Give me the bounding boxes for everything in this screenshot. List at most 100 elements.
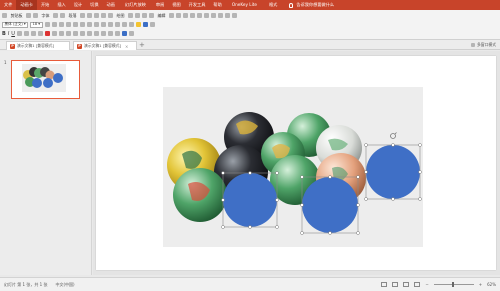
oval-shape-icon[interactable] <box>107 22 113 27</box>
fill-color-icon[interactable] <box>142 22 148 27</box>
bullets-icon[interactable] <box>204 13 209 18</box>
brace-shape-icon[interactable] <box>107 31 113 36</box>
zoom-slider[interactable] <box>433 282 474 287</box>
shapes-icon[interactable] <box>80 13 85 18</box>
columns-icon[interactable] <box>197 13 202 18</box>
slide-thumbnail-pane: 1 <box>0 51 92 275</box>
align-center-icon[interactable] <box>58 31 64 36</box>
sort-icon[interactable] <box>232 13 237 18</box>
line-spacing-2-icon[interactable] <box>93 22 99 27</box>
tab-developer[interactable]: 开发工具 <box>185 0 210 10</box>
reset-icon[interactable] <box>60 13 65 18</box>
clipboard-icon[interactable] <box>2 13 7 18</box>
smartart-icon[interactable] <box>190 13 195 18</box>
tab-review[interactable]: 审阅 <box>152 0 168 10</box>
align-text-icon[interactable] <box>183 13 188 18</box>
select-icon[interactable] <box>149 13 154 18</box>
shrink-font-icon[interactable] <box>51 22 57 27</box>
align-right-icon[interactable] <box>65 31 71 36</box>
align-left-icon[interactable] <box>51 31 57 36</box>
line-spacing-icon[interactable] <box>169 13 174 18</box>
slide-count: 幻灯片 第 1 张，共 1 张 <box>4 281 48 287</box>
slide-canvas[interactable] <box>96 56 496 270</box>
replace-icon[interactable] <box>142 13 147 18</box>
slide-artwork <box>167 112 422 235</box>
outdent-icon[interactable] <box>225 13 230 18</box>
line-shape-icon[interactable] <box>114 22 120 27</box>
multi-window-toggle[interactable]: 多窗口模式 <box>471 42 496 48</box>
tab-slideshow[interactable]: 幻灯片放映 <box>119 0 152 10</box>
convert-smartart-icon[interactable] <box>86 31 92 36</box>
tab-format[interactable]: 格式 <box>263 0 283 10</box>
tab-insert[interactable]: 插入 <box>53 0 69 10</box>
shape-outline-icon[interactable] <box>108 13 113 18</box>
doc-tab-1[interactable]: P 演示文稿1 [兼容模式] <box>6 41 70 50</box>
font-name-combo[interactable]: 黑体 (正文) ▾ <box>2 21 29 28</box>
status-bar: 幻灯片 第 1 张，共 1 张 中文(中国) − + 62% <box>0 277 500 291</box>
section-icon[interactable] <box>53 13 58 18</box>
more-shapes-icon[interactable] <box>149 22 155 27</box>
numbered-list-icon[interactable] <box>72 22 78 27</box>
outline-color-icon[interactable] <box>121 31 127 36</box>
numbering-icon[interactable] <box>211 13 216 18</box>
increase-indent-icon[interactable] <box>86 22 92 27</box>
layout-icon[interactable] <box>33 13 38 18</box>
close-icon[interactable]: × <box>125 44 128 49</box>
quick-styles-icon[interactable] <box>94 13 99 18</box>
font-size-combo[interactable]: 18 ▾ <box>30 21 43 28</box>
slide-thumbnail[interactable] <box>11 60 80 99</box>
language-indicator[interactable]: 中文(中国) <box>55 282 74 288</box>
blue-circle-middle <box>302 177 358 233</box>
zoom-out-icon[interactable]: − <box>425 282 428 287</box>
tab-animations[interactable]: 动画 <box>103 0 119 10</box>
highlight-icon[interactable] <box>135 22 141 27</box>
decrease-indent-icon[interactable] <box>79 22 85 27</box>
reading-view-icon[interactable] <box>403 282 410 287</box>
char-spacing-icon[interactable] <box>30 31 36 36</box>
bullets-list-icon[interactable] <box>65 22 71 27</box>
normal-view-icon[interactable] <box>381 282 388 287</box>
doc-tab-2[interactable]: P 演示文稿1 [兼容模式] × <box>73 41 137 50</box>
arrow-shape-icon[interactable] <box>121 22 127 27</box>
shadow-icon[interactable] <box>16 31 22 36</box>
star-shape-icon[interactable] <box>114 31 120 36</box>
slideshow-view-icon[interactable] <box>414 282 421 287</box>
zoom-knob[interactable] <box>451 282 454 287</box>
tab-help[interactable]: 帮助 <box>209 0 225 10</box>
underline-icon[interactable]: U <box>11 31 15 37</box>
bold-icon[interactable]: B <box>2 31 6 37</box>
indent-icon[interactable] <box>218 13 223 18</box>
textbox-shape-icon[interactable] <box>128 22 134 27</box>
tab-home[interactable]: 开始 <box>37 0 53 10</box>
font-color-icon[interactable] <box>44 31 50 36</box>
curve-shape-icon[interactable] <box>100 31 106 36</box>
tab-transitions[interactable]: 切换 <box>86 0 102 10</box>
arrange-icon[interactable] <box>87 13 92 18</box>
zoom-level[interactable]: 62% <box>487 282 496 287</box>
grow-font-icon[interactable] <box>44 22 50 27</box>
rectangle-shape-icon[interactable] <box>100 22 106 27</box>
effects-icon[interactable] <box>128 31 134 36</box>
zoom-in-icon[interactable]: + <box>479 282 482 287</box>
distribute-icon[interactable] <box>79 31 85 36</box>
clear-format-icon[interactable] <box>58 22 64 27</box>
italic-icon[interactable]: I <box>8 31 9 37</box>
tab-design[interactable]: 设计 <box>70 0 86 10</box>
line-shape-2-icon[interactable] <box>93 31 99 36</box>
text-direction-icon[interactable] <box>176 13 181 18</box>
powerpoint-icon: P <box>10 43 15 49</box>
tab-file[interactable]: 文件 <box>0 0 16 10</box>
find-icon[interactable] <box>135 13 140 18</box>
tab-view[interactable]: 视图 <box>168 0 184 10</box>
add-icon[interactable]: + <box>139 41 145 49</box>
change-case-icon[interactable] <box>37 31 43 36</box>
strikethrough-icon[interactable] <box>23 31 29 36</box>
shape-effects-icon[interactable] <box>128 13 133 18</box>
tab-onekey-lite[interactable]: OneKey Lite <box>226 0 263 10</box>
justify-icon[interactable] <box>72 31 78 36</box>
shape-fill-icon[interactable] <box>101 13 106 18</box>
tell-me-box[interactable]: 告诉我你想要做什么 <box>289 2 334 8</box>
new-slide-icon[interactable] <box>26 13 31 18</box>
sorter-view-icon[interactable] <box>392 282 399 287</box>
tab-animation-card[interactable]: 动画卡 <box>16 0 37 10</box>
